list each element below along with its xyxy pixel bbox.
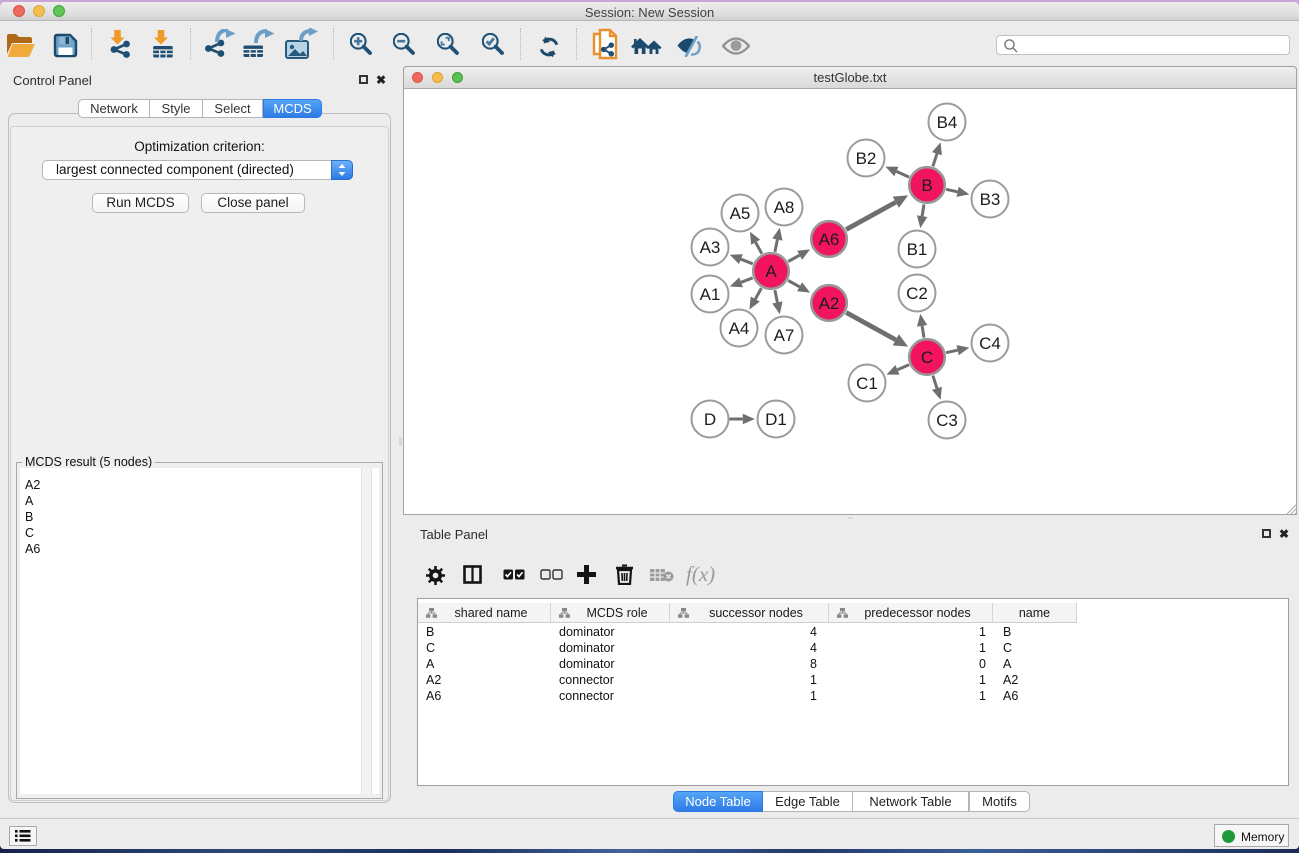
svg-text:D: D: [704, 410, 716, 429]
svg-text:B1: B1: [907, 240, 928, 259]
svg-text:C3: C3: [936, 411, 958, 430]
svg-text:A8: A8: [774, 198, 795, 217]
svg-text:C1: C1: [856, 374, 878, 393]
svg-text:A: A: [765, 262, 777, 281]
svg-text:A2: A2: [819, 294, 840, 313]
svg-text:D1: D1: [765, 410, 787, 429]
svg-text:A7: A7: [774, 326, 795, 345]
svg-text:B3: B3: [980, 190, 1001, 209]
svg-text:A5: A5: [730, 204, 751, 223]
svg-text:C4: C4: [979, 334, 1001, 353]
svg-text:A1: A1: [700, 285, 721, 304]
svg-text:C: C: [921, 348, 933, 367]
svg-text:B4: B4: [937, 113, 958, 132]
svg-text:A6: A6: [819, 230, 840, 249]
svg-text:B: B: [921, 176, 932, 195]
svg-text:B2: B2: [856, 149, 877, 168]
svg-text:A4: A4: [729, 319, 750, 338]
svg-text:C2: C2: [906, 284, 928, 303]
svg-text:A3: A3: [700, 238, 721, 257]
